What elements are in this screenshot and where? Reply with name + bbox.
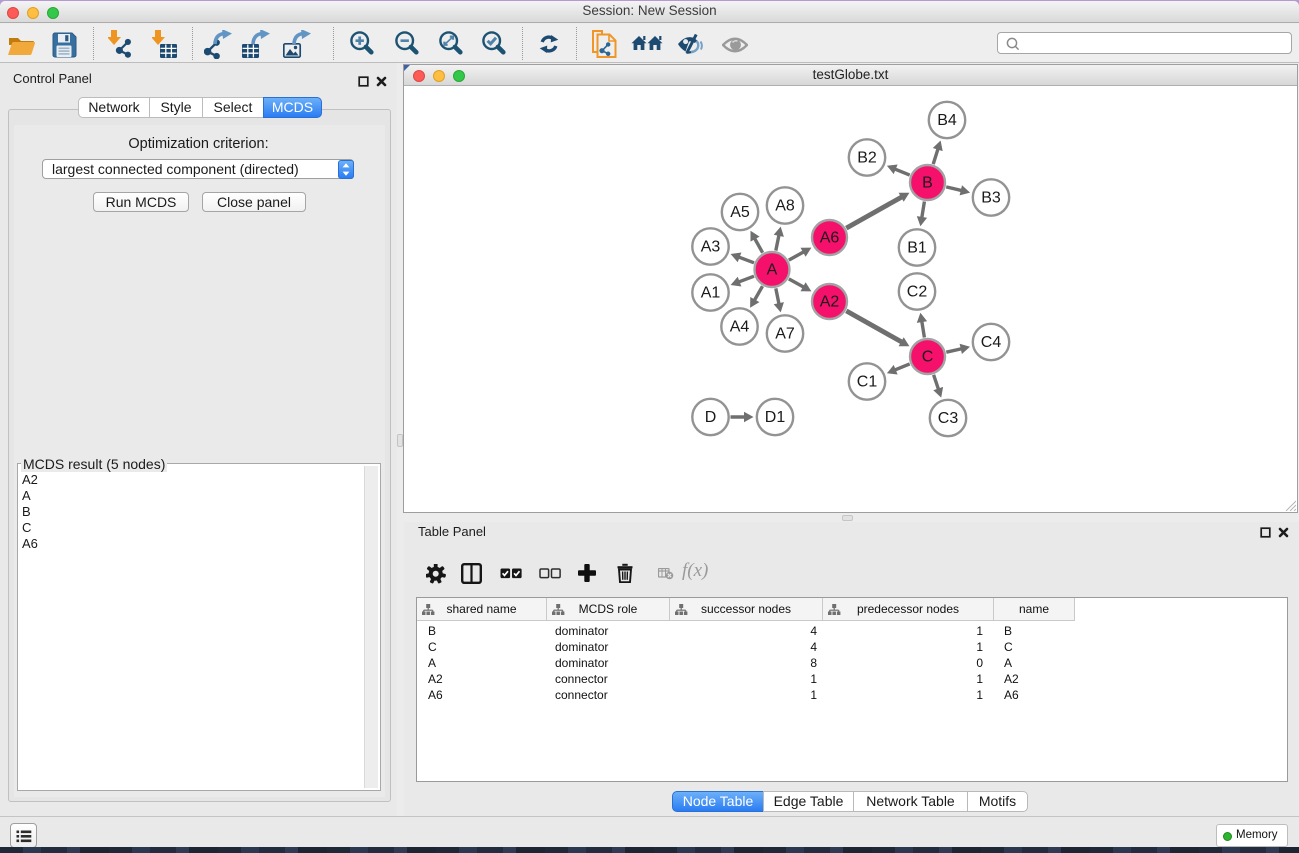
svg-text:D: D — [705, 409, 717, 426]
svg-text:A4: A4 — [730, 319, 750, 336]
svg-text:B: B — [922, 175, 933, 192]
svg-text:A8: A8 — [775, 198, 795, 215]
svg-text:A3: A3 — [701, 239, 721, 256]
svg-text:B2: B2 — [857, 150, 877, 167]
svg-text:C3: C3 — [938, 410, 959, 427]
svg-text:C4: C4 — [981, 334, 1002, 351]
svg-text:A1: A1 — [701, 285, 721, 302]
svg-text:C: C — [922, 349, 934, 366]
svg-text:D1: D1 — [765, 409, 786, 426]
svg-text:B1: B1 — [907, 240, 927, 257]
svg-text:A5: A5 — [730, 204, 750, 221]
svg-text:A7: A7 — [775, 326, 795, 343]
svg-text:B4: B4 — [937, 112, 957, 129]
svg-text:A: A — [767, 262, 778, 279]
svg-text:B3: B3 — [981, 190, 1001, 207]
svg-text:C2: C2 — [907, 284, 928, 301]
svg-text:C1: C1 — [857, 374, 878, 391]
svg-text:A6: A6 — [820, 230, 840, 247]
svg-text:A2: A2 — [820, 294, 840, 311]
